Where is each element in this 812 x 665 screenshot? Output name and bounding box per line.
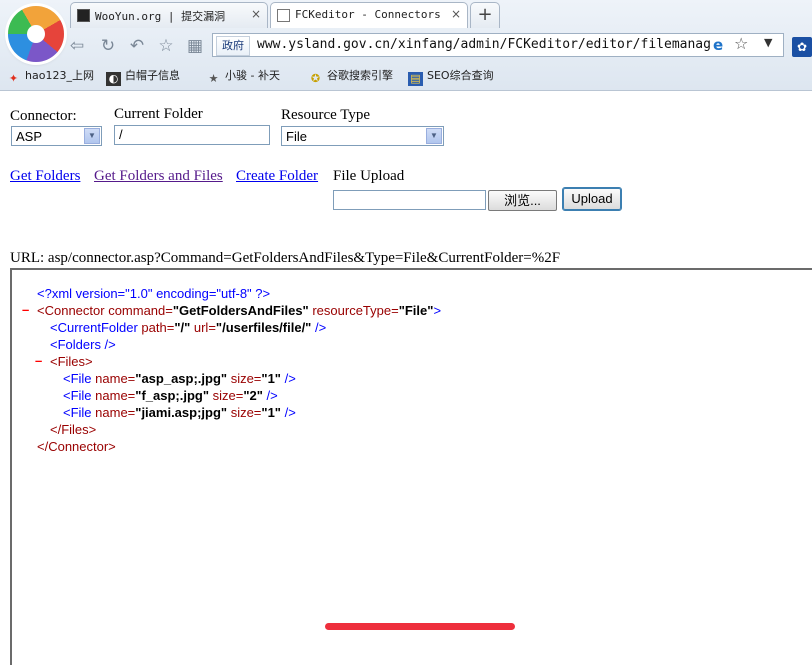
xml-folders: <Folders />	[50, 337, 116, 352]
forward-icon[interactable]: ↻	[97, 35, 119, 57]
xml-response-frame[interactable]: <?xml version="1.0" encoding="utf-8" ?> …	[10, 268, 812, 665]
xml-file-entry: <File name="jiami.asp;jpg" size="1" />	[63, 405, 296, 420]
seo-icon: ▤	[408, 72, 423, 86]
page-content: Connector: ASP ▼ Current Folder / Resour…	[0, 91, 812, 665]
current-folder-input[interactable]: /	[114, 125, 270, 145]
red-annotation-mark	[325, 623, 515, 630]
xml-current-folder: <CurrentFolder path="/" url="/userfiles/…	[50, 320, 327, 335]
chevron-down-icon: ▼	[84, 128, 100, 144]
bookmark-star-icon[interactable]: ☆	[734, 34, 748, 53]
bookmark-seo[interactable]: ▤ SEO综合查询	[408, 67, 494, 86]
new-tab-button[interactable]: +	[470, 2, 500, 28]
bookmark-butian[interactable]: ★ 小骏 - 补天	[206, 67, 280, 86]
star-icon: ★	[208, 72, 219, 85]
close-tab-icon[interactable]: ×	[451, 7, 461, 21]
hao123-icon: ✦	[8, 72, 19, 85]
undo-icon[interactable]: ↶	[126, 35, 148, 57]
bookmark-label: 谷歌搜索引擎	[327, 69, 393, 82]
browse-button[interactable]: 浏览...	[488, 190, 557, 211]
tab-fckeditor[interactable]: FCKeditor - Connectors Te ×	[270, 2, 468, 28]
security-badge[interactable]: 政府	[216, 36, 250, 56]
bookmark-google[interactable]: ✪ 谷歌搜索引擎	[308, 67, 393, 86]
bookmark-label: 小骏 - 补天	[225, 69, 280, 82]
favorite-star-icon[interactable]: ☆	[155, 35, 177, 57]
get-folders-and-files-link[interactable]: Get Folders and Files	[94, 168, 223, 185]
back-icon[interactable]: ⇦	[66, 35, 88, 57]
page-favicon-icon	[277, 9, 290, 22]
dropdown-arrow-icon[interactable]: ▼	[764, 36, 772, 49]
tab-bar: WooYun.org | 提交漏洞 × FCKeditor - Connecto…	[70, 2, 812, 29]
whitehat-icon: ◐	[106, 72, 121, 86]
bookmark-label: 白帽子信息	[125, 69, 180, 82]
wooyun-favicon-icon	[77, 9, 90, 22]
file-path-input[interactable]	[333, 190, 486, 210]
xml-files-close: </Files>	[50, 422, 97, 437]
connector-select[interactable]: ASP ▼	[11, 126, 102, 146]
bookmarks-bar: ✦ hao123_上网 ◐ 白帽子信息 ★ 小骏 - 补天 ✪ 谷歌搜索引擎 ▤ SEO综…	[0, 63, 812, 87]
file-upload-label: File Upload	[333, 168, 405, 184]
xml-connector-open: <Connector command="GetFoldersAndFiles" …	[37, 303, 442, 318]
resource-type-select[interactable]: File ▼	[281, 126, 444, 146]
tab-title: WooYun.org | 提交漏洞	[95, 10, 226, 23]
current-folder-label: Current Folder	[114, 106, 203, 122]
bookmark-label: hao123_上网	[25, 69, 94, 82]
resource-type-value: File	[286, 129, 307, 144]
connector-value: ASP	[16, 129, 43, 144]
apps-grid-icon[interactable]: ▦	[184, 35, 206, 57]
address-bar[interactable]: 政府 www.ysland.gov.cn/xinfang/admin/FCKed…	[212, 33, 784, 57]
connector-label: Connector:	[10, 108, 77, 124]
xml-file-entry: <File name="asp_asp;.jpg" size="1" />	[63, 371, 296, 386]
bookmark-hao123[interactable]: ✦ hao123_上网	[6, 67, 94, 86]
bookmark-label: SEO综合查询	[427, 69, 494, 82]
tab-title: FCKeditor - Connectors Te	[295, 8, 445, 21]
xml-connector-close: </Connector>	[37, 439, 116, 454]
navigation-toolbar: ⇦ ↻ ↶ ☆ ▦ 政府 www.ysland.gov.cn/xinfang/a…	[0, 30, 812, 62]
xml-files-open: <Files>	[50, 354, 93, 369]
tab-wooyun[interactable]: WooYun.org | 提交漏洞 ×	[70, 2, 268, 28]
google-search-icon: ✪	[310, 72, 321, 85]
url-text[interactable]: www.ysland.gov.cn/xinfang/admin/FCKedito…	[257, 37, 711, 52]
ie-mode-icon[interactable]: e	[713, 36, 723, 54]
search-engine-paw-icon[interactable]: ✿	[792, 37, 812, 57]
collapse-connector-toggle[interactable]: –	[22, 302, 29, 317]
create-folder-link[interactable]: Create Folder	[236, 168, 318, 185]
request-url-text: URL: asp/connector.asp?Command=GetFolder…	[10, 250, 561, 266]
collapse-files-toggle[interactable]: –	[35, 353, 42, 368]
upload-button[interactable]: Upload	[562, 187, 622, 211]
chevron-down-icon: ▼	[426, 128, 442, 144]
xml-file-entry: <File name="f_asp;.jpg" size="2" />	[63, 388, 278, 403]
bookmark-whitehat[interactable]: ◐ 白帽子信息	[106, 67, 180, 86]
resource-type-label: Resource Type	[281, 107, 371, 123]
browser-chrome: WooYun.org | 提交漏洞 × FCKeditor - Connecto…	[0, 0, 812, 91]
close-tab-icon[interactable]: ×	[251, 7, 261, 21]
get-folders-link[interactable]: Get Folders	[10, 168, 80, 185]
xml-declaration: <?xml version="1.0" encoding="utf-8" ?>	[37, 286, 271, 301]
